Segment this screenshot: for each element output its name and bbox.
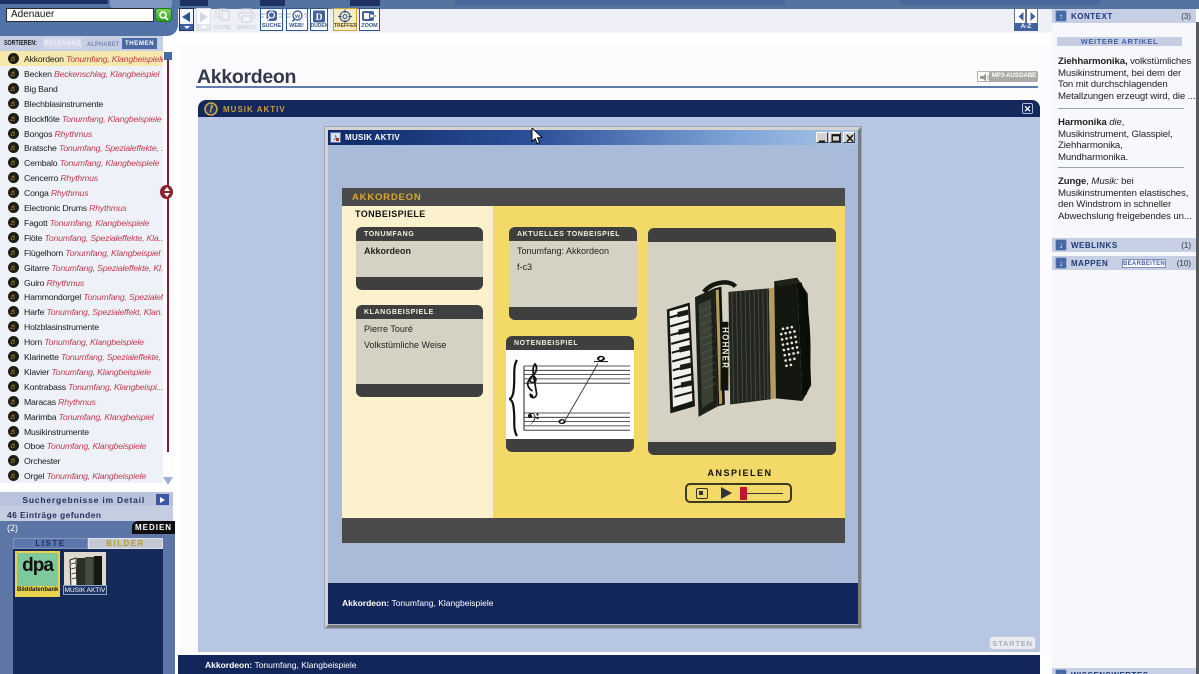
svg-text:D: D <box>315 13 322 23</box>
svg-text:w: w <box>293 13 300 20</box>
svg-text:HOHNER: HOHNER <box>720 327 729 369</box>
